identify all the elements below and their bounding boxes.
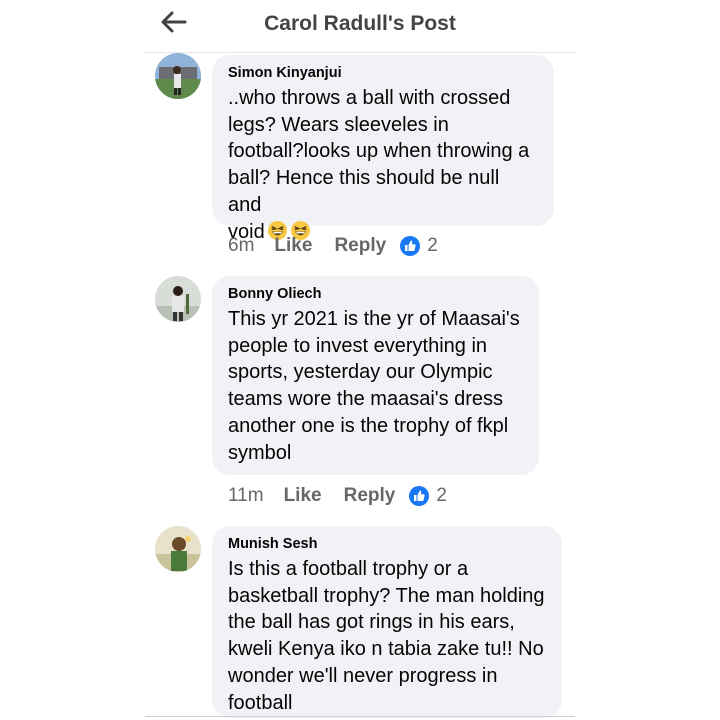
- comment-actions: 11m Like Reply 2: [228, 485, 447, 507]
- like-button[interactable]: Like: [284, 485, 322, 507]
- comment-time[interactable]: 11m: [228, 485, 264, 507]
- reaction-count[interactable]: 2: [427, 235, 438, 257]
- comment-author[interactable]: Bonny Oliech: [228, 286, 523, 302]
- comment-actions: 6m Like Reply 2: [228, 235, 438, 257]
- avatar[interactable]: [155, 526, 201, 572]
- comment-bubble: Munish Sesh Is this a football trophy or…: [212, 526, 562, 718]
- like-button[interactable]: Like: [274, 235, 312, 257]
- comment-author[interactable]: Munish Sesh: [228, 536, 546, 552]
- thumbs-up-icon[interactable]: [409, 486, 430, 506]
- page-title: Carol Radull's Post: [264, 12, 456, 35]
- comment-text: Is this a football trophy or a basketbal…: [228, 558, 545, 714]
- comment-time[interactable]: 6m: [228, 235, 254, 257]
- comment-bubble: Bonny Oliech This yr 2021 is the yr of M…: [212, 276, 539, 475]
- comment-bubble: Simon Kinyanjui ..who throws a ball with…: [212, 55, 554, 243]
- comment-text: This yr 2021 is the yr of Maasai's peopl…: [228, 308, 520, 464]
- bottom-divider: [145, 716, 575, 717]
- comment-author[interactable]: Simon Kinyanjui: [228, 65, 538, 81]
- reply-button[interactable]: Reply: [344, 485, 396, 507]
- post-header: Carol Radull's Post: [145, 0, 575, 53]
- reply-button[interactable]: Reply: [334, 235, 386, 257]
- thumbs-up-icon[interactable]: [400, 236, 421, 256]
- comment-text: ..who throws a ball with crossed legs? W…: [228, 87, 530, 243]
- reaction-count[interactable]: 2: [436, 485, 447, 507]
- avatar[interactable]: [155, 53, 201, 99]
- avatar[interactable]: [155, 276, 201, 322]
